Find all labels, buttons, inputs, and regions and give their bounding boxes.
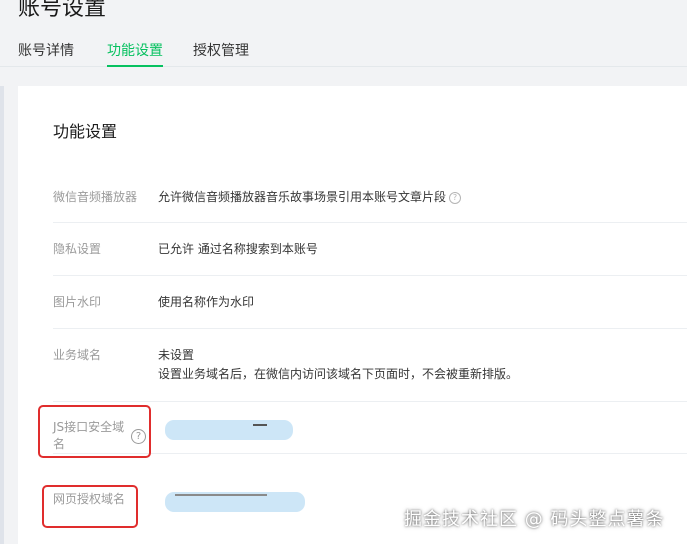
row-value-text: 允许微信音频播放器音乐故事场景引用本账号文章片段 [158,190,447,204]
tab-bar: 账号详情 功能设置 授权管理 [0,38,687,67]
watermark-text: 掘金技术社区 @ 码头整点薯条 [404,509,665,530]
card-title: 功能设置 [53,122,118,141]
row-value: 使用名称作为水印 [158,295,255,309]
row-value: 允许微信音频播放器音乐故事场景引用本账号文章片段? [158,188,462,206]
tab-account-details[interactable]: 账号详情 [18,41,74,61]
row-label: 微信音频播放器 [53,190,138,204]
tab-feature-settings[interactable]: 功能设置 [107,41,163,67]
row-label: 图片水印 [53,295,102,309]
row-value: 未设置 [158,348,195,362]
page-title: 账号设置 [18,0,107,21]
left-border [0,86,4,544]
row-label: 业务域名 [53,348,102,362]
row-description: 设置业务域名后，在微信内访问该域名下页面时，不会被重新排版。 [158,367,519,381]
annotation-box-js-domain [38,405,151,458]
setting-row-privacy: 隐私设置 已允许 通过名称搜索到本账号 [53,223,687,276]
setting-row-audio-player: 微信音频播放器 允许微信音频播放器音乐故事场景引用本账号文章片段? [53,170,687,223]
setting-row-business-domain: 业务域名 未设置 设置业务域名后，在微信内访问该域名下页面时，不会被重新排版。 [53,329,687,402]
settings-card: 功能设置 微信音频播放器 允许微信音频播放器音乐故事场景引用本账号文章片段? 隐… [18,86,687,544]
setting-row-image-watermark: 图片水印 使用名称作为水印 [53,276,687,329]
question-circle-icon[interactable]: ? [449,191,462,204]
row-label: 隐私设置 [53,242,102,256]
tab-authorization-management[interactable]: 授权管理 [193,41,249,61]
row-value: 已允许 通过名称搜索到本账号 [158,242,318,256]
annotation-box-auth-domain [42,485,138,528]
